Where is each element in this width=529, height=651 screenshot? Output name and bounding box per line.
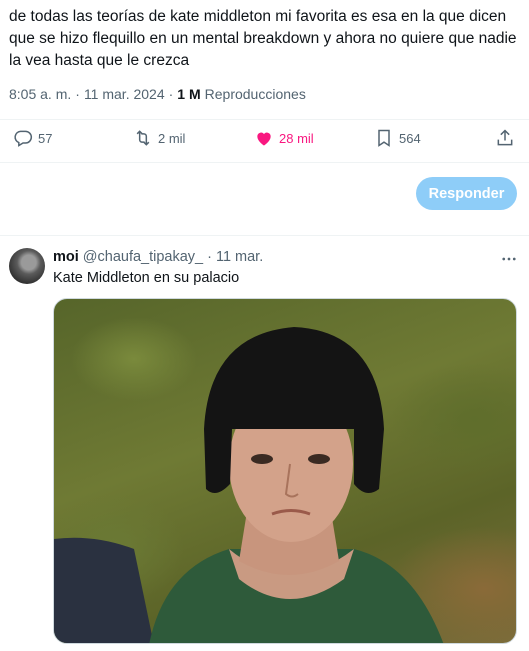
divider — [0, 162, 529, 163]
reply-count: 57 — [38, 130, 53, 146]
like-count: 28 mil — [279, 130, 314, 146]
meta-separator: · — [207, 249, 212, 265]
tweet-time[interactable]: 8:05 a. m. — [9, 86, 71, 102]
views-count: 1 M — [177, 86, 201, 102]
reply-date[interactable]: 11 mar. — [216, 249, 263, 265]
bookmark-icon — [378, 129, 390, 147]
reply-tweet[interactable]: moi @chaufa_tipakay_ · 11 mar. Kate Midd… — [0, 236, 529, 651]
action-bar: 57 2 mil 28 mil 564 — [0, 120, 529, 162]
meta-separator: · — [75, 86, 80, 102]
share-icon — [497, 129, 513, 146]
meta-separator: · — [168, 86, 174, 102]
photo-illustration — [54, 327, 444, 643]
bookmark-action[interactable]: 564 — [374, 128, 421, 148]
retweet-icon — [136, 130, 150, 146]
share-action[interactable] — [495, 128, 515, 148]
retweet-count: 2 mil — [158, 130, 186, 146]
reply-action[interactable]: 57 — [13, 128, 52, 148]
reply-media-image[interactable] — [53, 298, 517, 644]
like-action[interactable]: 28 mil — [254, 128, 314, 148]
bookmark-count: 564 — [399, 130, 421, 146]
avatar[interactable] — [9, 248, 45, 284]
reply-header: moi @chaufa_tipakay_ · 11 mar. — [53, 249, 263, 265]
heart-icon — [257, 132, 271, 146]
tweet-date[interactable]: 11 mar. 2024 — [84, 86, 165, 102]
reply-button[interactable]: Responder — [416, 177, 517, 210]
views-label: Reproducciones — [204, 86, 306, 102]
tweet-text: de todas las teorías de kate middleton m… — [9, 8, 517, 69]
reply-icon — [14, 130, 33, 147]
reply-author-name[interactable]: moi — [53, 249, 79, 265]
retweet-action[interactable]: 2 mil — [133, 128, 185, 148]
tweet-meta: 8:05 a. m. · 11 mar. 2024 · 1 M Reproduc… — [9, 86, 306, 102]
reply-author-handle[interactable]: @chaufa_tipakay_ — [83, 249, 203, 265]
more-icon[interactable] — [500, 250, 518, 268]
reply-text: Kate Middleton en su palacio — [53, 270, 240, 286]
